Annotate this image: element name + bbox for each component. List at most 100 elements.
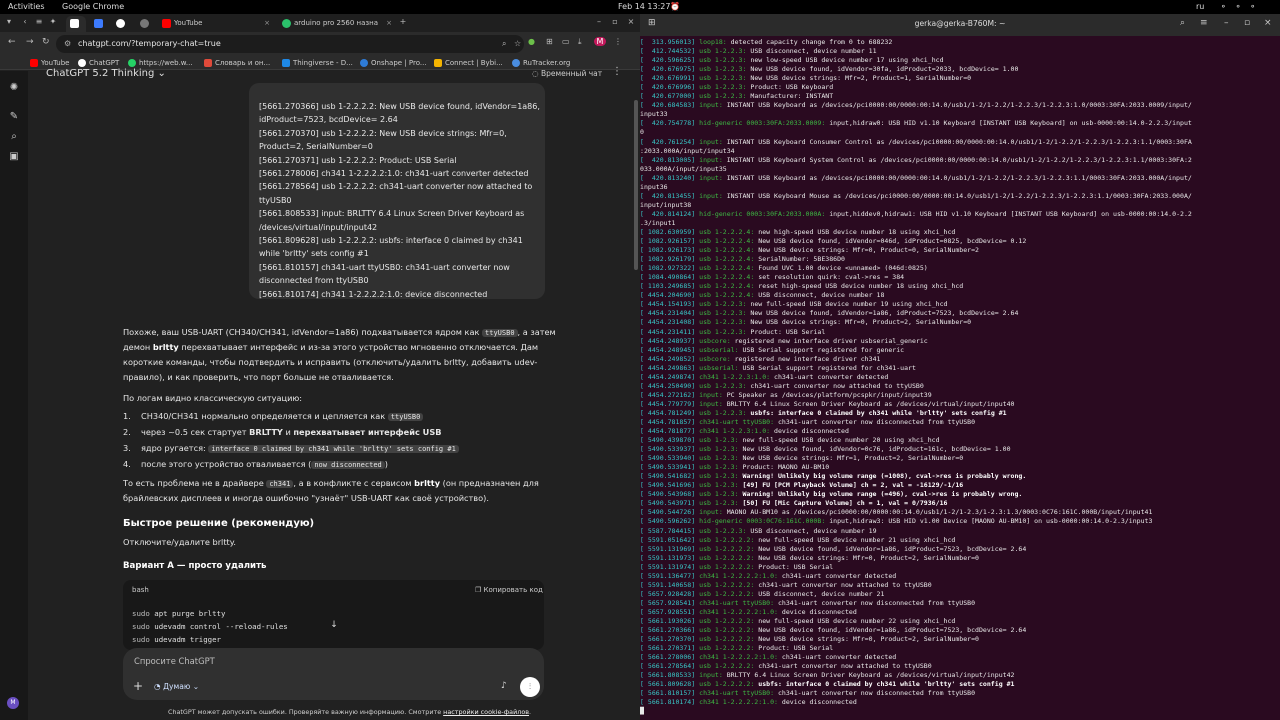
keyboard-layout-indicator[interactable]: ru	[1196, 0, 1204, 14]
menu-kebab-icon[interactable]: ⋮	[614, 37, 622, 46]
terminal-line: [ 5490.543971] usb 1-2.3: [50] FU [Mic C…	[640, 499, 948, 508]
user-message-line: while 'brltty' sets config #1	[259, 249, 369, 259]
chat-input[interactable]: Спросите ChatGPT	[134, 656, 215, 666]
download-icon[interactable]: ⤓	[578, 37, 582, 47]
terminal-line: [ 5591.136477] ch341 1-2.2.2.2:1.0: ch34…	[640, 571, 897, 580]
back-arrow-icon[interactable]: ‹	[20, 17, 30, 27]
page-scrollbar[interactable]	[634, 100, 638, 270]
hamburger-menu-icon[interactable]: ≡	[1200, 18, 1208, 28]
active-app-menu[interactable]: Google Chrome	[62, 0, 124, 14]
address-bar[interactable]: ⚙ chatgpt.com/?temporary-chat=true ⌕ ☆	[56, 35, 524, 53]
tab-2[interactable]	[90, 16, 110, 32]
user-avatar[interactable]: M	[7, 697, 19, 709]
clock[interactable]: Feb 14 13:27	[618, 0, 670, 14]
user-message-line: ttyUSB0	[259, 195, 292, 205]
terminal-line: [ 4454.781877] ch341 1-2.2.3:1.0: device…	[640, 427, 849, 436]
bookmark-rutracker[interactable]: RuTracker.org	[512, 56, 570, 70]
bybit-icon	[434, 59, 442, 67]
terminal-line: [ 5661.278564] usb 1-2.2.2.2: ch341-uart…	[640, 662, 932, 671]
code-language-label: bash	[132, 586, 149, 594]
bookmark-star-icon[interactable]: ☆	[514, 35, 521, 53]
terminal-line: [ 420.813240] input: INSTANT USB Keyboar…	[640, 173, 1192, 182]
terminal-window: ⊞ gerka@gerka-B760M: ~ ⌕ ≡ – ▫ × [ 313.9…	[640, 14, 1280, 720]
bookmark-whatsapp[interactable]: https://web.w...	[128, 56, 193, 70]
minimize-icon[interactable]: –	[1224, 18, 1229, 28]
thinking-mode-toggle[interactable]: ◔ Думаю ⌄	[154, 682, 199, 691]
copy-code-button[interactable]: ❐ Копировать код	[475, 586, 543, 594]
profile-avatar-icon[interactable]: M	[594, 37, 606, 46]
bookmark-chatgpt[interactable]: ChatGPT	[78, 56, 119, 70]
terminal-line: [ 4454.272162] input: PC Speaker as /dev…	[640, 390, 932, 399]
terminal-line: [ 420.676991] usb 1-2.2.3: New USB devic…	[640, 74, 972, 83]
extensions-icon[interactable]: ▭	[562, 37, 570, 46]
search-chats-icon[interactable]: ⌕	[8, 131, 20, 143]
bookmark-dictionary[interactable]: Словарь и он...	[204, 56, 270, 70]
url-text: chatgpt.com/?temporary-chat=true	[78, 39, 221, 48]
chatgpt-sidebar: ✺ ✎ ⌕ ▣ M	[0, 71, 28, 720]
user-message-line: [5661.808533] input: BRLTTY 6.4 Linux Sc…	[259, 209, 525, 219]
code-line: sudo apt purge brltty	[132, 609, 226, 618]
scroll-to-bottom-icon[interactable]: ↓	[327, 618, 341, 632]
maximize-icon[interactable]: ▫	[610, 17, 620, 27]
close-window-icon[interactable]: ×	[1264, 18, 1272, 28]
tab-chatgpt[interactable]	[66, 16, 86, 32]
close-tab-icon[interactable]: ×	[386, 16, 392, 31]
terminal-line: [ 420.754778] hid-generic 0003:30FA:2033…	[640, 119, 1192, 128]
terminal-line: [ 4454.250490] usb 1-2.2.3: ch341-uart c…	[640, 381, 924, 390]
minimize-icon[interactable]: –	[594, 17, 604, 27]
terminal-line: [ 5661.193026] usb 1-2.2.2.2: new full-s…	[640, 617, 956, 625]
search-icon[interactable]: ⌕	[1180, 18, 1185, 28]
bookmark-onshape[interactable]: Onshape | Pro...	[360, 56, 427, 70]
new-chat-icon[interactable]: ✎	[8, 111, 20, 123]
bookmark-bybit[interactable]: Connect | Bybi...	[434, 56, 503, 70]
user-message-line: [5661.810157] ch341-uart ttyUSB0: ch341-…	[259, 262, 510, 272]
cookie-settings-link[interactable]: настройки cookie-файлов	[443, 708, 529, 716]
site-info-icon[interactable]: ⚙	[64, 35, 71, 53]
new-tab-icon[interactable]: +	[398, 17, 408, 27]
terminal-line: [ 4454.781857] ch341-uart ttyUSB0: ch341…	[640, 417, 976, 426]
terminal-line: [ 1082.926157] usb 1-2.2.2.4: New USB de…	[640, 237, 1027, 246]
add-attachment-icon[interactable]: +	[133, 679, 143, 693]
voice-mode-button[interactable]: ⫶	[520, 677, 540, 697]
tab-github[interactable]	[112, 16, 132, 32]
onshape-icon	[360, 59, 368, 67]
system-tray-icons[interactable]: ⚬⚬⚬	[1220, 0, 1264, 14]
search-favicon-icon	[282, 19, 291, 28]
extension-icon[interactable]: ✦	[48, 17, 58, 27]
dictionary-icon	[204, 59, 212, 67]
terminal-line: [ 313.956013] loop18: detected capacity …	[640, 38, 893, 46]
zoom-icon[interactable]: ⌕	[502, 35, 506, 53]
whatsapp-icon	[128, 59, 136, 67]
close-window-icon[interactable]: ×	[626, 17, 636, 27]
bookmark-thingiverse[interactable]: Thingiverse - D...	[282, 56, 353, 70]
terminal-line: [ 5490.439870] usb 1-2.3: new full-speed…	[640, 436, 940, 445]
tab-youtube[interactable]: YouTube ×	[158, 16, 274, 32]
extension-puzzle-icon[interactable]: ⊞	[546, 37, 553, 46]
terminal-line: input33	[640, 110, 668, 119]
terminal-line: [ 5661.810157] ch341-uart ttyUSB0: ch341…	[640, 689, 976, 698]
library-icon[interactable]: ▣	[8, 151, 20, 163]
activities-button[interactable]: Activities	[8, 0, 45, 14]
tab-4[interactable]	[136, 16, 156, 32]
terminal-line: [ 5490.544726] input: MAONO AU-BM10 as /…	[640, 508, 1153, 517]
bookmark-youtube[interactable]: YouTube	[30, 56, 69, 70]
tab-arduino[interactable]: arduino pro 2560 назна ×	[278, 16, 396, 32]
maximize-icon[interactable]: ▫	[1244, 18, 1250, 28]
terminal-line: [ 5661.270370] usb 1-2.2.2.2: New USB de…	[640, 635, 979, 644]
extension-green-icon[interactable]: ●	[528, 37, 535, 46]
terminal-output[interactable]: [ 313.956013] loop18: detected capacity …	[640, 38, 1280, 718]
tab-group-icon[interactable]: ≡	[34, 17, 44, 27]
back-icon[interactable]: ←	[8, 37, 16, 47]
terminal-line: [ 1082.926179] usb 1-2.2.2.4: SerialNumb…	[640, 255, 845, 264]
close-tab-icon[interactable]: ×	[264, 16, 270, 31]
terminal-line: [ 5490.533937] usb 1-2.3: New USB device…	[640, 445, 1011, 454]
tab-search-icon[interactable]: ▾	[4, 17, 14, 27]
microphone-icon[interactable]: ♪	[501, 681, 507, 691]
reload-icon[interactable]: ↻	[42, 37, 50, 47]
chatgpt-logo-icon[interactable]: ✺	[8, 82, 20, 94]
copy-icon: ❐	[475, 586, 482, 594]
temporary-chat-badge[interactable]: ◌ Временный чат	[532, 69, 602, 78]
forward-icon[interactable]: →	[26, 37, 34, 47]
terminal-line: [ 4454.231411] usb 1-2.2.3: Product: USB…	[640, 327, 826, 336]
notification-bell-icon: ⏰	[670, 2, 680, 11]
